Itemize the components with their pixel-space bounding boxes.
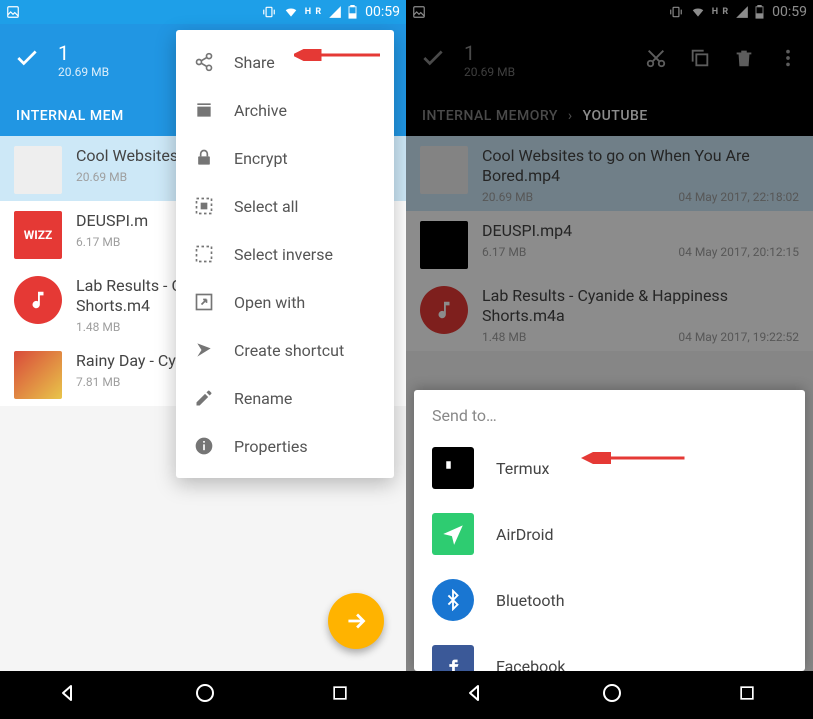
- nav-bar: [406, 671, 813, 719]
- select-inverse-icon: [194, 244, 214, 264]
- menu-properties[interactable]: Properties: [176, 422, 394, 470]
- menu-open-with[interactable]: Open with: [176, 278, 394, 326]
- home-button[interactable]: [193, 681, 217, 709]
- image-icon: [412, 5, 426, 19]
- battery-icon: [348, 5, 357, 19]
- share-target-bluetooth[interactable]: Bluetooth: [414, 567, 805, 633]
- thumbnail: [420, 221, 468, 269]
- menu-rename[interactable]: Rename: [176, 374, 394, 422]
- status-bar: H R 00:59: [0, 0, 406, 24]
- lock-icon: [194, 148, 214, 168]
- share-target-termux[interactable]: Termux: [414, 435, 805, 501]
- image-icon: [6, 5, 20, 19]
- home-button[interactable]: [600, 681, 624, 709]
- back-button[interactable]: [56, 681, 80, 709]
- music-icon: [420, 286, 468, 334]
- archive-icon: [194, 100, 214, 120]
- arrow-annotation: [294, 49, 394, 61]
- select-all-icon: [194, 196, 214, 216]
- info-icon: [194, 436, 214, 456]
- fab-button[interactable]: [328, 593, 384, 649]
- signal-icon: [735, 5, 749, 19]
- done-icon[interactable]: [420, 45, 446, 75]
- file-size: 20.69 MB: [76, 170, 127, 184]
- pencil-icon: [194, 388, 214, 408]
- battery-icon: [755, 5, 764, 19]
- menu-select-inverse[interactable]: Select inverse: [176, 230, 394, 278]
- status-bar: H R 00:59: [406, 0, 813, 24]
- sheet-title: Send to…: [414, 390, 805, 435]
- copy-icon[interactable]: [689, 47, 711, 73]
- phone-left: H R 00:59 1 20.69 MB INTERNAL MEM Cool W…: [0, 0, 406, 719]
- thumbnail: [14, 351, 62, 399]
- delete-icon[interactable]: [733, 47, 755, 73]
- file-size: 6.17 MB: [76, 235, 120, 249]
- share-sheet: Send to… Termux AirDroid Bluetooth Faceb…: [414, 390, 805, 671]
- share-target-facebook[interactable]: Facebook: [414, 633, 805, 671]
- file-size: 6.17 MB: [482, 245, 526, 259]
- file-name: Cool Websites to go on When You Are Bore…: [482, 146, 799, 186]
- facebook-icon: [432, 645, 474, 671]
- list-item[interactable]: Cool Websites to go on When You Are Bore…: [406, 136, 813, 211]
- list-item[interactable]: DEUSPI.mp4 6.17 MB 04 May 2017, 20:12:15: [406, 211, 813, 276]
- clock: 00:59: [772, 4, 807, 20]
- share-target-airdroid[interactable]: AirDroid: [414, 501, 805, 567]
- menu-select-all[interactable]: Select all: [176, 182, 394, 230]
- cut-icon[interactable]: [645, 47, 667, 73]
- music-icon: [14, 276, 62, 324]
- chevron-right-icon: ›: [568, 108, 573, 124]
- selection-count: 1 20.69 MB: [58, 41, 109, 79]
- arrow-annotation: [581, 452, 701, 464]
- signal-icon: [328, 5, 342, 19]
- file-date: 04 May 2017, 20:12:15: [678, 245, 799, 259]
- open-with-icon: [194, 292, 214, 312]
- file-size: 7.81 MB: [76, 375, 120, 389]
- file-name: DEUSPI.mp4: [482, 221, 799, 241]
- menu-archive[interactable]: Archive: [176, 86, 394, 134]
- bluetooth-icon: [432, 579, 474, 621]
- back-button[interactable]: [463, 681, 487, 709]
- wifi-icon: [283, 5, 299, 19]
- network-label: H R: [305, 7, 322, 17]
- file-date: 04 May 2017, 19:22:52: [678, 330, 799, 344]
- airdroid-icon: [432, 513, 474, 555]
- breadcrumb-item[interactable]: INTERNAL MEM: [16, 108, 124, 124]
- breadcrumb-item[interactable]: YOUTUBE: [583, 108, 648, 124]
- clock: 00:59: [365, 4, 400, 20]
- menu-share[interactable]: Share: [176, 38, 394, 86]
- file-date: 04 May 2017, 22:18:02: [678, 190, 799, 204]
- breadcrumb-item[interactable]: INTERNAL MEMORY: [422, 108, 558, 124]
- thumbnail: [14, 146, 62, 194]
- network-label: H R: [712, 7, 729, 17]
- wifi-icon: [690, 5, 706, 19]
- file-size: 1.48 MB: [482, 330, 526, 344]
- selection-count: 1 20.69 MB: [464, 41, 515, 79]
- recents-button[interactable]: [330, 683, 350, 707]
- thumbnail: WIZZ: [14, 211, 62, 259]
- overflow-icon[interactable]: [777, 47, 799, 73]
- termux-icon: [432, 447, 474, 489]
- file-list: Cool Websites to go on When You Are Bore…: [406, 136, 813, 351]
- menu-create-shortcut[interactable]: Create shortcut: [176, 326, 394, 374]
- shortcut-icon: [194, 340, 214, 360]
- vibrate-icon: [261, 5, 277, 19]
- list-item[interactable]: Lab Results - Cyanide & Happiness Shorts…: [406, 276, 813, 351]
- phone-right: H R 00:59 1 20.69 MB INTERNAL MEMORY › Y…: [406, 0, 813, 719]
- file-size: 1.48 MB: [76, 320, 120, 334]
- nav-bar: [0, 671, 406, 719]
- file-name: Lab Results - Cyanide & Happiness Shorts…: [482, 286, 799, 326]
- vibrate-icon: [668, 5, 684, 19]
- selection-app-bar: 1 20.69 MB: [406, 24, 813, 96]
- file-size: 20.69 MB: [482, 190, 533, 204]
- thumbnail: [420, 146, 468, 194]
- context-menu: Share Archive Encrypt Select all Select …: [176, 30, 394, 478]
- recents-button[interactable]: [737, 683, 757, 707]
- share-icon: [194, 52, 214, 72]
- menu-encrypt[interactable]: Encrypt: [176, 134, 394, 182]
- breadcrumb[interactable]: INTERNAL MEMORY › YOUTUBE: [406, 96, 813, 136]
- done-icon[interactable]: [14, 45, 40, 75]
